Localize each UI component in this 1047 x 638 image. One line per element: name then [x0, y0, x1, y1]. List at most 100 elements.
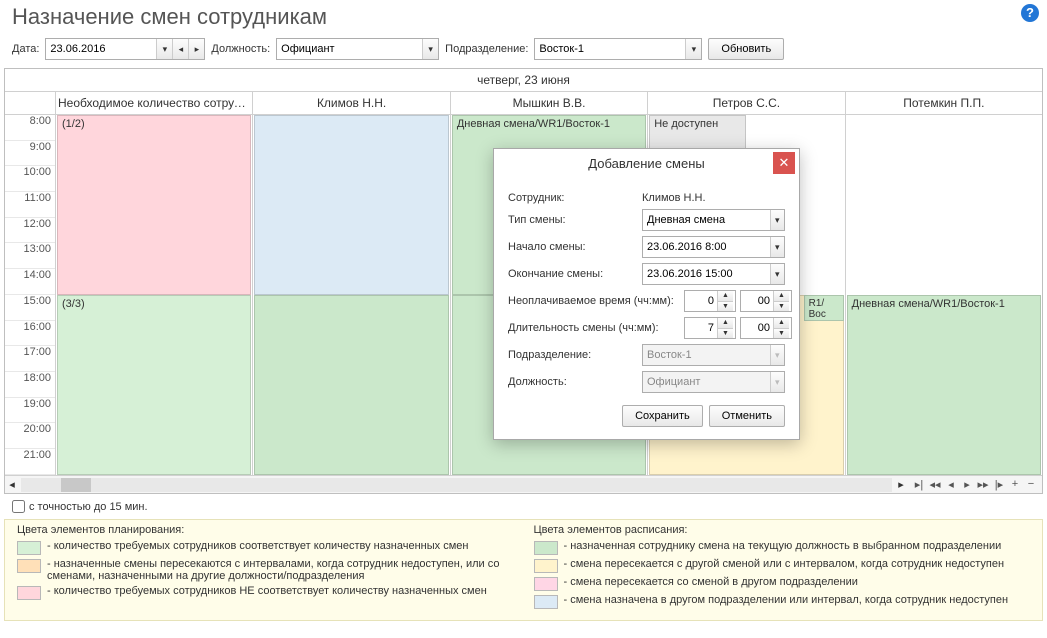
- time-label: 19:00: [5, 398, 55, 424]
- dialog-title: Добавление смены ✕: [494, 149, 799, 177]
- date-combo[interactable]: ▾ ◂ ▸: [45, 38, 205, 60]
- end-label: Окончание смены:: [508, 268, 636, 280]
- close-icon[interactable]: ✕: [773, 152, 795, 174]
- spin-down-icon[interactable]: ▼: [774, 329, 789, 339]
- time-label: 10:00: [5, 166, 55, 192]
- time-label: 17:00: [5, 346, 55, 372]
- position-input[interactable]: [277, 39, 422, 59]
- column-header: Петров С.С.: [647, 92, 844, 114]
- required-column[interactable]: (1/2) (3/3): [55, 115, 252, 475]
- grid-date-header: четверг, 23 июня: [5, 69, 1042, 92]
- shift-type-input[interactable]: [643, 210, 770, 230]
- required-block[interactable]: (3/3): [57, 295, 251, 475]
- spin-up-icon[interactable]: ▲: [774, 318, 789, 329]
- unpaid-min-input[interactable]: [741, 291, 773, 311]
- color-swatch: [534, 577, 558, 591]
- color-swatch: [534, 541, 558, 555]
- unpaid-hours-input[interactable]: [685, 291, 717, 311]
- dialog-title-text: Добавление смены: [588, 156, 704, 171]
- unpaid-hours-spinner[interactable]: ▲▼: [684, 290, 736, 312]
- division-combo[interactable]: ▾: [534, 38, 702, 60]
- chevron-down-icon[interactable]: ▾: [685, 39, 701, 59]
- shift-block[interactable]: Дневная смена/WR1/Восток-1: [847, 295, 1041, 475]
- chevron-left-icon[interactable]: ◂: [172, 39, 188, 59]
- next-icon[interactable]: ▸: [960, 478, 974, 491]
- time-label: 11:00: [5, 192, 55, 218]
- chevron-down-icon[interactable]: ▾: [770, 237, 784, 257]
- start-input[interactable]: [643, 237, 770, 257]
- required-block[interactable]: (1/2): [57, 115, 251, 295]
- legend-text: - количество требуемых сотрудников НЕ со…: [47, 585, 487, 597]
- start-combo[interactable]: ▾: [642, 236, 785, 258]
- date-input[interactable]: [46, 39, 156, 59]
- shift-block[interactable]: [254, 115, 448, 295]
- chevron-right-icon[interactable]: ▸: [188, 39, 204, 59]
- time-label: 12:00: [5, 218, 55, 244]
- position-combo[interactable]: ▾: [276, 38, 439, 60]
- spin-up-icon[interactable]: ▲: [718, 291, 733, 302]
- employee-label: Сотрудник:: [508, 192, 636, 204]
- scroll-track[interactable]: [21, 478, 892, 492]
- end-combo[interactable]: ▾: [642, 263, 785, 285]
- duration-min-spinner[interactable]: ▲▼: [740, 317, 792, 339]
- duration-hours-spinner[interactable]: ▲▼: [684, 317, 736, 339]
- chevron-down-icon[interactable]: ▾: [770, 210, 784, 230]
- color-swatch: [534, 559, 558, 573]
- precision-checkbox[interactable]: [12, 500, 25, 513]
- color-swatch: [17, 559, 41, 573]
- spin-up-icon[interactable]: ▲: [774, 291, 789, 302]
- chevron-down-icon[interactable]: ▾: [156, 39, 172, 59]
- shift-block[interactable]: [254, 295, 448, 475]
- cancel-button[interactable]: Отменить: [709, 405, 785, 427]
- refresh-button[interactable]: Обновить: [708, 38, 784, 60]
- toolbar: Дата: ▾ ◂ ▸ Должность: ▾ Подразделение: …: [0, 36, 1047, 68]
- plus-icon[interactable]: +: [1008, 478, 1022, 491]
- time-label: 14:00: [5, 269, 55, 295]
- shift-type-combo[interactable]: ▾: [642, 209, 785, 231]
- first-icon[interactable]: ▸|: [912, 478, 926, 491]
- spin-down-icon[interactable]: ▼: [718, 329, 733, 339]
- legend-text: - назначенные смены пересекаются с интер…: [47, 558, 514, 582]
- color-swatch: [17, 541, 41, 555]
- last-icon[interactable]: |▸: [992, 478, 1006, 491]
- legend-title: Цвета элементов планирования:: [17, 524, 514, 536]
- scroll-left-icon[interactable]: ◂: [5, 478, 19, 491]
- unpaid-min-spinner[interactable]: ▲▼: [740, 290, 792, 312]
- legend-text: - смена пересекается со сменой в другом …: [564, 576, 858, 588]
- employee-column[interactable]: Дневная смена/WR1/Восток-1: [845, 115, 1042, 475]
- prev-icon[interactable]: ◂: [944, 478, 958, 491]
- legend: Цвета элементов планирования: - количест…: [4, 519, 1043, 621]
- legend-text: - смена назначена в другом подразделении…: [564, 594, 1009, 606]
- precision-label: с точностью до 15 мин.: [29, 501, 148, 513]
- spin-down-icon[interactable]: ▼: [718, 302, 733, 312]
- column-header: Мышкин В.В.: [450, 92, 647, 114]
- dialog-division-combo: ▾: [642, 344, 785, 366]
- division-input[interactable]: [535, 39, 685, 59]
- spin-up-icon[interactable]: ▲: [718, 318, 733, 329]
- rewind-icon[interactable]: ◂◂: [928, 478, 942, 491]
- minus-icon[interactable]: −: [1024, 478, 1038, 491]
- save-button[interactable]: Сохранить: [622, 405, 703, 427]
- end-input[interactable]: [643, 264, 770, 284]
- scroll-thumb[interactable]: [61, 478, 91, 492]
- dialog-division-label: Подразделение:: [508, 349, 636, 361]
- duration-min-input[interactable]: [741, 318, 773, 338]
- time-label: 18:00: [5, 372, 55, 398]
- shift-block[interactable]: R1/Вос: [804, 295, 844, 321]
- spin-down-icon[interactable]: ▼: [774, 302, 789, 312]
- add-shift-dialog: Добавление смены ✕ Сотрудник: Климов Н.Н…: [493, 148, 800, 440]
- page-title: Назначение смен сотрудникам: [0, 0, 1047, 36]
- horizontal-scrollbar[interactable]: ◂ ▸ ▸| ◂◂ ◂ ▸ ▸▸ |▸ + −: [5, 475, 1042, 493]
- scroll-right-icon[interactable]: ▸: [894, 478, 908, 491]
- time-label: 20:00: [5, 423, 55, 449]
- chevron-down-icon[interactable]: ▾: [422, 39, 438, 59]
- duration-hours-input[interactable]: [685, 318, 717, 338]
- help-icon[interactable]: ?: [1021, 4, 1039, 22]
- forward-icon[interactable]: ▸▸: [976, 478, 990, 491]
- employee-column[interactable]: [252, 115, 449, 475]
- time-label: 21:00: [5, 449, 55, 475]
- time-label: 8:00: [5, 115, 55, 141]
- dialog-position-combo: ▾: [642, 371, 785, 393]
- dialog-division-input: [643, 345, 770, 365]
- chevron-down-icon[interactable]: ▾: [770, 264, 784, 284]
